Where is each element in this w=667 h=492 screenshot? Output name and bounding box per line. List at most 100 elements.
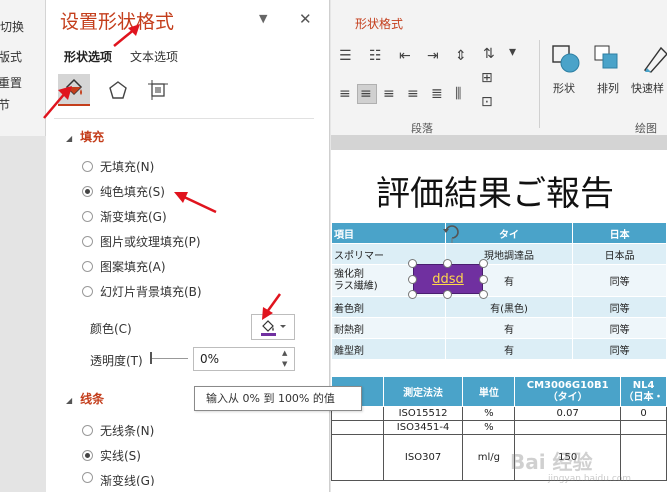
table-header: NL4 （日本・ [620,376,667,407]
option-label: 实线(S) [100,449,141,463]
resize-handle[interactable] [479,259,488,268]
quick-styles-button-label[interactable]: 快速样 [631,80,664,96]
table-cell [331,434,384,481]
close-icon[interactable]: ✕ [299,10,312,28]
align-text-icon[interactable]: ⊞ [481,70,493,86]
option-label: 无填充(N) [100,160,155,174]
table-header: 測定法法 [382,376,464,407]
columns-icon[interactable]: ⫼ [455,86,461,102]
ribbon-item-section[interactable]: 节 [0,96,10,113]
rotate-handle-icon[interactable] [441,221,463,246]
table-cell: スポリマー [331,243,446,265]
table-cell: 0 [620,406,667,421]
table-row: スポリマー 現地調達品 日本品 [331,243,667,265]
radio-picture-fill[interactable]: 图片或纹理填充(P) [82,233,201,250]
measurement-table[interactable]: 測定法法 単位 CM3006G10B1 （タイ） NL4 （日本・ ISO155… [331,376,667,481]
fill-section-header[interactable]: ◢ 填充 [66,128,104,145]
resize-handle[interactable] [408,290,417,299]
justify-icon[interactable]: ≡ [407,86,419,102]
option-label: 渐变填充(G) [100,210,167,224]
align-center-icon: ≡ [360,86,372,102]
radio-circle[interactable] [82,211,93,222]
annotation-arrow [174,192,217,214]
ribbon-divider [539,40,540,128]
table-row: 着色剤 有(黒色) 同等 [331,296,667,318]
effects-icon[interactable] [102,74,134,106]
transparency-slider-track[interactable] [150,358,188,359]
size-properties-icon[interactable] [142,74,174,106]
line-spacing-icon[interactable]: ⇕ [455,48,467,64]
radio-pattern-fill[interactable]: 图案填充(A) [82,258,166,275]
ribbon-item-layout[interactable]: 版式 [0,48,22,65]
table-row: ISO15512 % 0.07 0 [331,406,667,421]
tab-shape-options[interactable]: 形状选项 [64,48,112,65]
resize-handle[interactable] [479,290,488,299]
tab-shape-format[interactable]: 形状格式 [355,15,403,32]
line-section-header[interactable]: ◢ 线条 [66,390,104,407]
table-cell: 有 [444,317,574,339]
ribbon-item-reset[interactable]: 重置 [0,74,22,91]
shapes-button-label[interactable]: 形状 [553,80,575,96]
radio-circle-selected[interactable] [82,186,93,197]
slide-title[interactable]: 評価結果ご報告 [376,166,614,215]
text-direction-icon[interactable]: ⇅ [483,46,495,62]
ribbon-item-transition[interactable]: 切换 [0,18,24,35]
table-cell: 離型剤 [331,338,446,360]
align-right-icon[interactable]: ≡ [383,86,395,102]
spinner-arrows-icon[interactable]: ▲ ▼ [282,348,287,370]
distribute-icon[interactable]: ≣ [431,86,443,102]
smartart-icon[interactable]: ⊡ [481,94,493,110]
table-cell [331,420,384,435]
tab-text-options[interactable]: 文本选项 [130,48,178,65]
transparency-slider-thumb[interactable] [150,352,152,364]
pane-options-dropdown-icon[interactable]: ▼ [259,12,267,25]
option-label: 图案填充(A) [100,260,166,274]
annotation-arrow [113,24,140,47]
arrange-icon[interactable] [593,44,623,77]
align-left-icon[interactable]: ≡ [339,86,351,102]
shapes-icon[interactable] [551,44,581,77]
radio-no-line[interactable]: 无线条(N) [82,422,154,439]
bullets-icon[interactable]: ☰ [339,48,352,64]
resize-handle[interactable] [479,275,488,284]
quick-styles-icon[interactable] [641,44,667,77]
transparency-input[interactable]: 0% [193,347,295,371]
radio-circle[interactable] [82,236,93,247]
table-cell: 有 [444,338,574,360]
arrange-button-label[interactable]: 排列 [597,80,619,96]
indent-decrease-icon[interactable]: ⇤ [399,48,411,64]
dropdown-arrow-icon[interactable]: ▾ [509,44,516,60]
table-cell: 現地調達品 [444,243,574,265]
table-cell [620,420,667,435]
table-header: 日本 [572,222,667,244]
table-header: 単位 [462,376,516,407]
resize-handle[interactable] [443,290,452,299]
radio-background-fill[interactable]: 幻灯片背景填充(B) [82,283,202,300]
comparison-table[interactable]: 項目 タイ 日本 スポリマー 現地調達品 日本品 強化剤 ラス繊維) 有 同等 … [331,222,667,360]
color-label: 颜色(C) [90,322,132,336]
fill-heading: 填充 [80,130,105,144]
radio-gradient-line[interactable]: 渐变线(G) [82,472,155,486]
indent-increase-icon[interactable]: ⇥ [427,48,439,64]
radio-circle[interactable] [82,286,93,297]
resize-handle[interactable] [408,259,417,268]
resize-handle[interactable] [443,259,452,268]
table-cell: % [462,406,516,421]
slide[interactable]: 評価結果ご報告 項目 タイ 日本 スポリマー 現地調達品 日本品 強化剤 ラス繊… [331,150,667,492]
radio-circle-selected[interactable] [82,450,93,461]
table-header: タイ [444,222,574,244]
option-label: 渐变线(G) [100,474,155,486]
radio-circle[interactable] [82,425,93,436]
numbering-icon[interactable]: ☷ [369,48,382,64]
radio-circle[interactable] [82,472,93,483]
group-label-drawing: 绘图 [635,122,657,135]
radio-solid-line[interactable]: 实线(S) [82,447,141,464]
table-row: 耐熱剤 有 同等 [331,317,667,339]
resize-handle[interactable] [408,275,417,284]
radio-gradient-fill[interactable]: 渐变填充(G) [82,208,167,225]
radio-solid-fill[interactable]: 纯色填充(S) [82,183,165,200]
radio-no-fill[interactable]: 无填充(N) [82,158,154,175]
radio-circle[interactable] [82,261,93,272]
radio-circle[interactable] [82,161,93,172]
table-cell: ISO3451-4 [382,420,464,435]
